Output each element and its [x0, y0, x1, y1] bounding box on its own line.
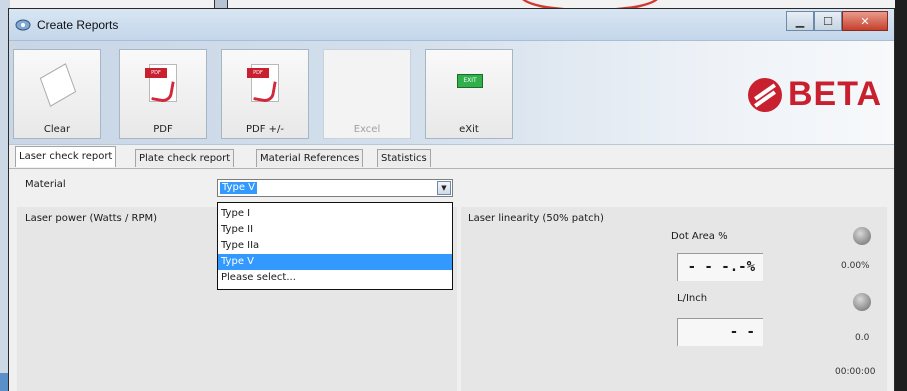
beta-logo-icon — [747, 77, 782, 112]
pdf-tag: PDF — [247, 68, 269, 78]
dot-area-label: Dot Area % — [671, 231, 728, 242]
toolbar: Clear PDF PDF PDF PDF +/- Excel EXIT eXi… — [9, 41, 894, 145]
dot-area-status-led — [853, 227, 871, 245]
excel-button[interactable]: Excel — [323, 49, 411, 139]
tab-plate-check-report[interactable]: Plate check report — [135, 149, 235, 167]
close-icon: ✕ — [860, 14, 870, 28]
close-button[interactable]: ✕ — [842, 11, 888, 31]
clear-button[interactable]: Clear — [13, 49, 101, 139]
laser-power-title: Laser power (Watts / RPM) — [25, 213, 158, 224]
material-dropdown-list: Type I Type II Type IIa Type V Please se… — [217, 202, 453, 290]
material-option-please-select[interactable]: Please select... — [218, 270, 452, 286]
beta-logo-text: BETA — [787, 75, 882, 113]
maximize-icon: ☐ — [823, 14, 833, 28]
pdf-button[interactable]: PDF PDF — [119, 49, 207, 139]
material-option-type-i[interactable]: Type I — [218, 206, 452, 222]
laser-check-report-panel: Material Type V ▼ Laser power (Watts / R… — [9, 168, 894, 391]
eraser-icon — [33, 62, 81, 110]
laser-linearity-panel: Laser linearity (50% patch) Dot Area % -… — [461, 207, 887, 391]
minimize-button[interactable]: ▁ — [786, 11, 814, 31]
material-option-type-iia[interactable]: Type IIa — [218, 238, 452, 254]
exit-button[interactable]: EXIT eXit — [425, 49, 513, 139]
create-reports-window: Create Reports ▁ ☐ ✕ Clear PDF PDF PDF P… — [8, 8, 895, 391]
excel-icon — [343, 62, 391, 110]
lines-per-inch-label: L/Inch — [677, 293, 708, 304]
window-title: Create Reports — [37, 18, 119, 32]
excel-button-label: Excel — [353, 124, 381, 135]
title-bar[interactable]: Create Reports ▁ ☐ ✕ — [9, 9, 894, 41]
chevron-down-icon[interactable]: ▼ — [437, 181, 451, 195]
background-right-strip — [895, 0, 907, 391]
minimize-icon: ▁ — [795, 14, 805, 28]
app-icon — [15, 19, 31, 31]
window-controls: ▁ ☐ ✕ — [786, 11, 888, 31]
maximize-button[interactable]: ☐ — [814, 11, 842, 31]
beta-logo: BETA — [747, 75, 882, 114]
pdf-tag: PDF — [145, 68, 167, 78]
elapsed-time: 00:00:00 — [835, 367, 876, 377]
exit-sign: EXIT — [457, 74, 483, 88]
tab-strip: Laser check report Plate check report Ma… — [9, 145, 894, 167]
lines-per-inch-status-led — [853, 293, 871, 311]
material-label: Material — [25, 179, 66, 190]
tab-material-references[interactable]: Material References — [256, 149, 364, 167]
material-option-type-ii[interactable]: Type II — [218, 222, 452, 238]
material-selected-value: Type V — [220, 182, 257, 194]
pdf-icon: PDF — [139, 62, 187, 110]
lines-per-inch-small-value: 0.0 — [855, 333, 870, 343]
exit-icon: EXIT — [445, 62, 493, 110]
laser-linearity-title: Laser linearity (50% patch) — [468, 213, 604, 224]
tab-statistics[interactable]: Statistics — [377, 149, 431, 167]
exit-button-label: eXit — [459, 124, 479, 135]
material-option-type-v[interactable]: Type V — [218, 254, 452, 270]
dot-area-small-value: 0.00% — [841, 261, 870, 271]
pdf-button-label: PDF — [153, 124, 173, 135]
pdf-plus-minus-button[interactable]: PDF PDF +/- — [221, 49, 309, 139]
lines-per-inch-value: - - — [677, 318, 763, 346]
clear-button-label: Clear — [43, 124, 71, 135]
dot-area-value: - - -.-% — [677, 253, 763, 281]
material-select[interactable]: Type V ▼ — [217, 179, 453, 197]
pdf-plus-minus-label: PDF +/- — [245, 124, 285, 135]
pdf-icon: PDF — [241, 62, 289, 110]
tab-laser-check-report[interactable]: Laser check report — [15, 146, 117, 167]
